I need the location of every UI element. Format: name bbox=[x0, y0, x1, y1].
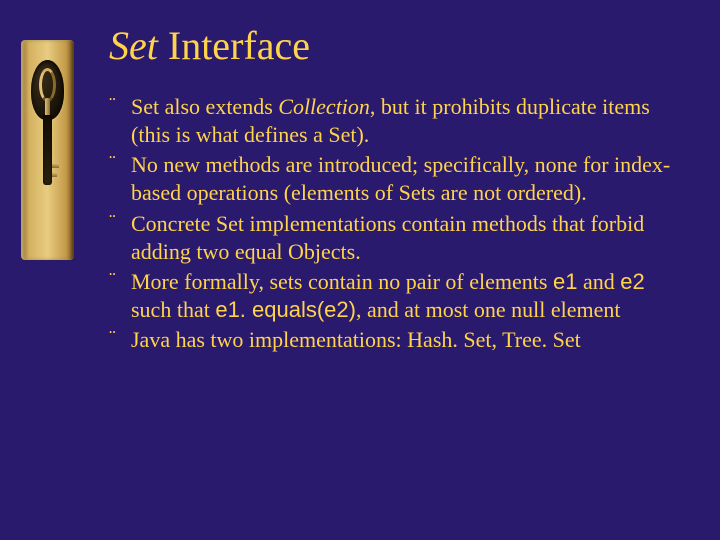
bullet-text: such that bbox=[131, 297, 215, 322]
bullet-text: No new methods are introduced; specifica… bbox=[131, 152, 670, 205]
bullet-item: Java has two implementations: Hash. Set,… bbox=[109, 326, 690, 354]
bullet-code: e2 bbox=[620, 269, 644, 294]
title-italic: Set bbox=[109, 23, 158, 68]
bullet-list: Set also extends Collection, but it proh… bbox=[109, 93, 690, 354]
bullet-code: e1. equals(e2) bbox=[215, 297, 356, 322]
bullet-em: Collection bbox=[278, 94, 370, 119]
bullet-item: More formally, sets contain no pair of e… bbox=[109, 268, 690, 324]
bullet-text: More formally, sets contain no pair of e… bbox=[131, 269, 553, 294]
key-icon bbox=[39, 68, 56, 188]
decorative-sidebar bbox=[0, 0, 95, 540]
bullet-text: , and at most one null element bbox=[356, 297, 621, 322]
key-plate-graphic bbox=[21, 40, 74, 260]
bullet-code: e1 bbox=[553, 269, 577, 294]
bullet-item: No new methods are introduced; specifica… bbox=[109, 151, 690, 207]
bullet-text: Java has two implementations: Hash. Set,… bbox=[131, 327, 581, 352]
slide: Set Interface Set also extends Collectio… bbox=[0, 0, 720, 540]
slide-title: Set Interface bbox=[109, 22, 690, 69]
bullet-text: and bbox=[577, 269, 620, 294]
title-rest: Interface bbox=[158, 23, 310, 68]
slide-content: Set Interface Set also extends Collectio… bbox=[95, 0, 720, 540]
bullet-text: Set also extends bbox=[131, 94, 278, 119]
bullet-text: Concrete Set implementations contain met… bbox=[131, 211, 644, 264]
bullet-item: Set also extends Collection, but it proh… bbox=[109, 93, 690, 149]
bullet-item: Concrete Set implementations contain met… bbox=[109, 210, 690, 266]
